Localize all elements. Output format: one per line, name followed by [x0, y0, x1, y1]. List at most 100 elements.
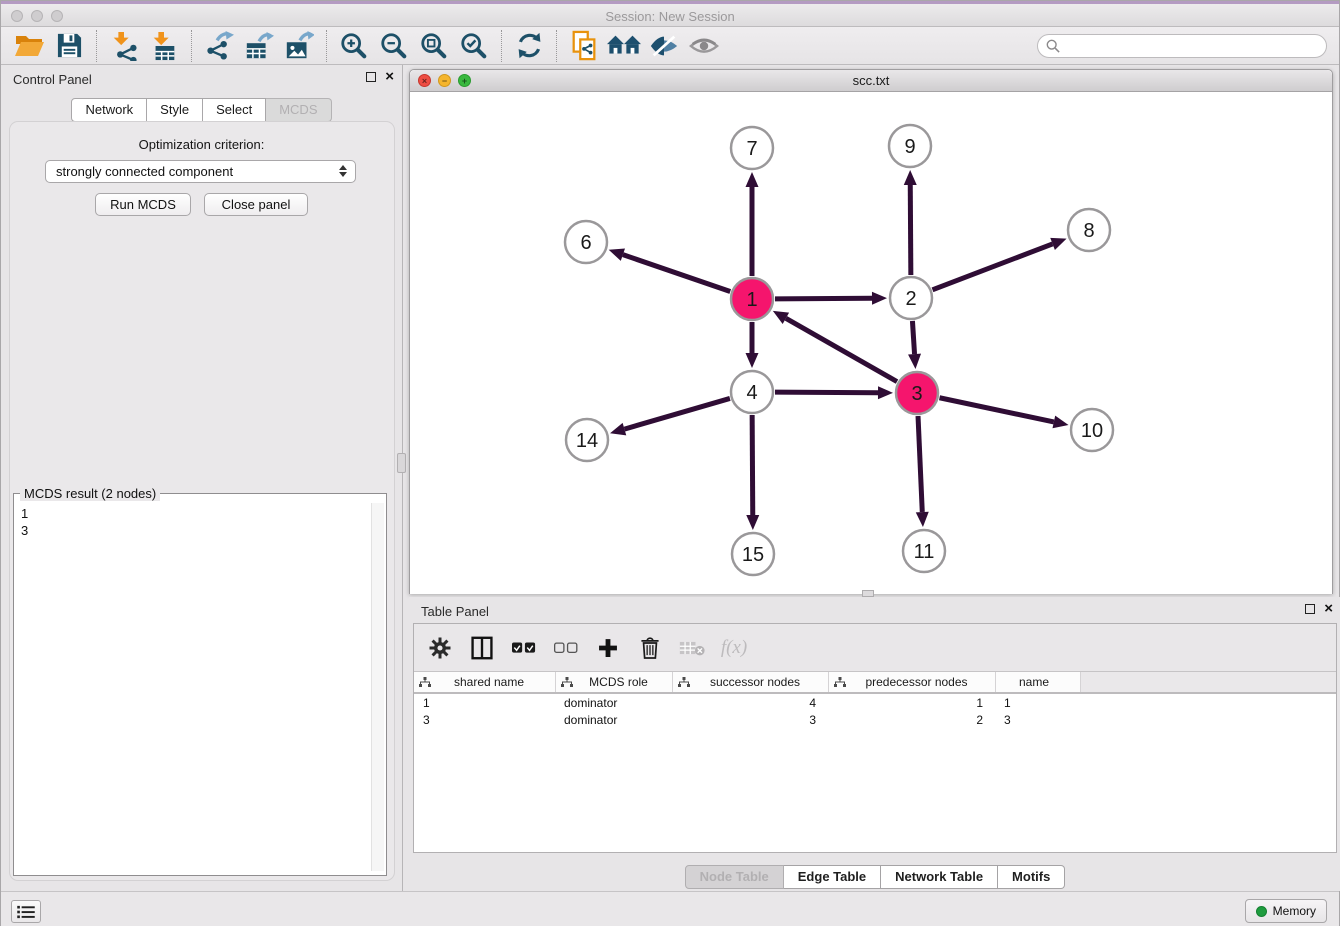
- graph-node-label: 10: [1081, 420, 1103, 442]
- graph-edge-arrowhead: [878, 386, 893, 399]
- toolbar-separator: [96, 30, 97, 62]
- graph-edge-3-1[interactable]: [786, 318, 897, 381]
- header-filler: [1080, 672, 1336, 692]
- delete-table-button[interactable]: [678, 633, 706, 663]
- graph-edge-4-15[interactable]: [752, 415, 753, 515]
- close-panel-button[interactable]: Close panel: [204, 193, 308, 216]
- trash-icon: [640, 636, 660, 660]
- column-header-successor-nodes[interactable]: successor nodes: [672, 672, 828, 692]
- float-table-panel-icon[interactable]: [1305, 604, 1315, 614]
- task-history-button[interactable]: [11, 900, 41, 923]
- open-session-button[interactable]: [9, 29, 49, 63]
- memory-button[interactable]: Memory: [1245, 899, 1327, 923]
- function-icon: f(x): [721, 637, 747, 659]
- graph-edge-3-10[interactable]: [940, 398, 1054, 422]
- control-panel-header: Control Panel: [1, 65, 402, 93]
- home-button[interactable]: [604, 29, 644, 63]
- close-panel-icon[interactable]: [385, 71, 394, 83]
- optimization-criterion-label: Optimization criterion:: [1, 137, 402, 152]
- network-canvas[interactable]: 7968124314101511: [410, 92, 1332, 594]
- table-settings-button[interactable]: [426, 633, 454, 663]
- mcds-result-text[interactable]: 1 3: [16, 503, 371, 871]
- panel-splitter-handle[interactable]: [397, 453, 406, 473]
- cell-predecessor-nodes[interactable]: 1: [828, 694, 995, 711]
- column-header-mcds-role[interactable]: MCDS role: [555, 672, 672, 692]
- show-column-panel-button[interactable]: [468, 633, 496, 663]
- table-row[interactable]: 3 dominator 3 2 3: [414, 711, 1336, 728]
- graph-edge-4-14[interactable]: [624, 398, 729, 429]
- graph-edge-arrowhead: [746, 515, 759, 530]
- network-graph: 7968124314101511: [410, 92, 1332, 594]
- network-window-titlebar[interactable]: scc.txt: [410, 70, 1332, 92]
- graph-edge-arrowhead: [1052, 416, 1068, 429]
- export-table-button[interactable]: [239, 29, 279, 63]
- close-table-panel-icon[interactable]: [1324, 603, 1333, 615]
- import-network-button[interactable]: [104, 29, 144, 63]
- zoom-selected-button[interactable]: [454, 29, 494, 63]
- graph-edge-4-3[interactable]: [775, 392, 878, 393]
- search-input[interactable]: [1037, 34, 1327, 58]
- graph-edge-1-2[interactable]: [775, 298, 872, 299]
- cell-predecessor-nodes[interactable]: 2: [828, 711, 995, 728]
- zoom-out-icon: [379, 31, 409, 61]
- column-header-name[interactable]: name: [995, 672, 1080, 692]
- create-column-button[interactable]: [594, 633, 622, 663]
- zoom-in-button[interactable]: [334, 29, 374, 63]
- export-network-button[interactable]: [199, 29, 239, 63]
- tab-style[interactable]: Style: [147, 98, 203, 122]
- tab-motifs[interactable]: Motifs: [998, 865, 1065, 889]
- graph-node-label: 7: [746, 138, 757, 160]
- tab-edge-table[interactable]: Edge Table: [784, 865, 881, 889]
- graph-edge-arrowhead: [908, 354, 921, 369]
- cell-name[interactable]: 3: [995, 711, 1080, 728]
- criterion-select[interactable]: strongly connected component: [45, 160, 356, 183]
- run-mcds-button[interactable]: Run MCDS: [95, 193, 191, 216]
- memory-status-icon: [1256, 906, 1267, 917]
- list-icon: [17, 905, 35, 919]
- zoom-fit-button[interactable]: [414, 29, 454, 63]
- graph-edge-3-11[interactable]: [918, 416, 922, 512]
- select-all-columns-button[interactable]: [510, 633, 538, 663]
- tab-network[interactable]: Network: [71, 98, 147, 122]
- search-icon: [1046, 39, 1060, 53]
- float-panel-icon[interactable]: [366, 72, 376, 82]
- import-table-button[interactable]: [144, 29, 184, 63]
- graph-edge-2-3[interactable]: [912, 321, 914, 354]
- cell-successor-nodes[interactable]: 3: [672, 711, 828, 728]
- cell-shared-name[interactable]: 3: [414, 711, 555, 728]
- show-all-button[interactable]: [684, 29, 724, 63]
- tab-select[interactable]: Select: [203, 98, 266, 122]
- cell-mcds-role[interactable]: dominator: [555, 694, 672, 711]
- delete-column-button[interactable]: [636, 633, 664, 663]
- node-table-container: f(x) shared name MCDS role successor n: [413, 623, 1337, 853]
- hide-selected-button[interactable]: [644, 29, 684, 63]
- cell-successor-nodes[interactable]: 4: [672, 694, 828, 711]
- tab-network-table[interactable]: Network Table: [881, 865, 998, 889]
- function-builder-button[interactable]: f(x): [720, 633, 748, 663]
- graph-edge-arrowhead: [1050, 238, 1066, 250]
- graph-edge-2-9[interactable]: [910, 185, 911, 275]
- tab-mcds[interactable]: MCDS: [266, 98, 331, 122]
- graph-edge-1-6[interactable]: [623, 255, 730, 292]
- unselect-all-columns-button[interactable]: [552, 633, 580, 663]
- graph-edge-2-8[interactable]: [932, 244, 1052, 290]
- copy-style-icon: [569, 30, 599, 62]
- network-resize-grip[interactable]: [862, 590, 874, 597]
- graph-edge-arrowhead: [916, 512, 929, 527]
- table-row[interactable]: 1 dominator 4 1 1: [414, 694, 1336, 711]
- save-session-button[interactable]: [49, 29, 89, 63]
- cell-shared-name[interactable]: 1: [414, 694, 555, 711]
- control-panel-title: Control Panel: [13, 72, 92, 87]
- column-header-predecessor-nodes[interactable]: predecessor nodes: [828, 672, 995, 692]
- column-header-shared-name[interactable]: shared name: [414, 672, 555, 692]
- cell-mcds-role[interactable]: dominator: [555, 711, 672, 728]
- cell-name[interactable]: 1: [995, 694, 1080, 711]
- home-icon: [607, 33, 641, 59]
- zoom-out-button[interactable]: [374, 29, 414, 63]
- tab-node-table[interactable]: Node Table: [685, 865, 784, 889]
- copy-style-button[interactable]: [564, 29, 604, 63]
- refresh-button[interactable]: [509, 29, 549, 63]
- toolbar-separator: [556, 30, 557, 62]
- mcds-result-scrollbar[interactable]: [371, 503, 384, 871]
- export-image-button[interactable]: [279, 29, 319, 63]
